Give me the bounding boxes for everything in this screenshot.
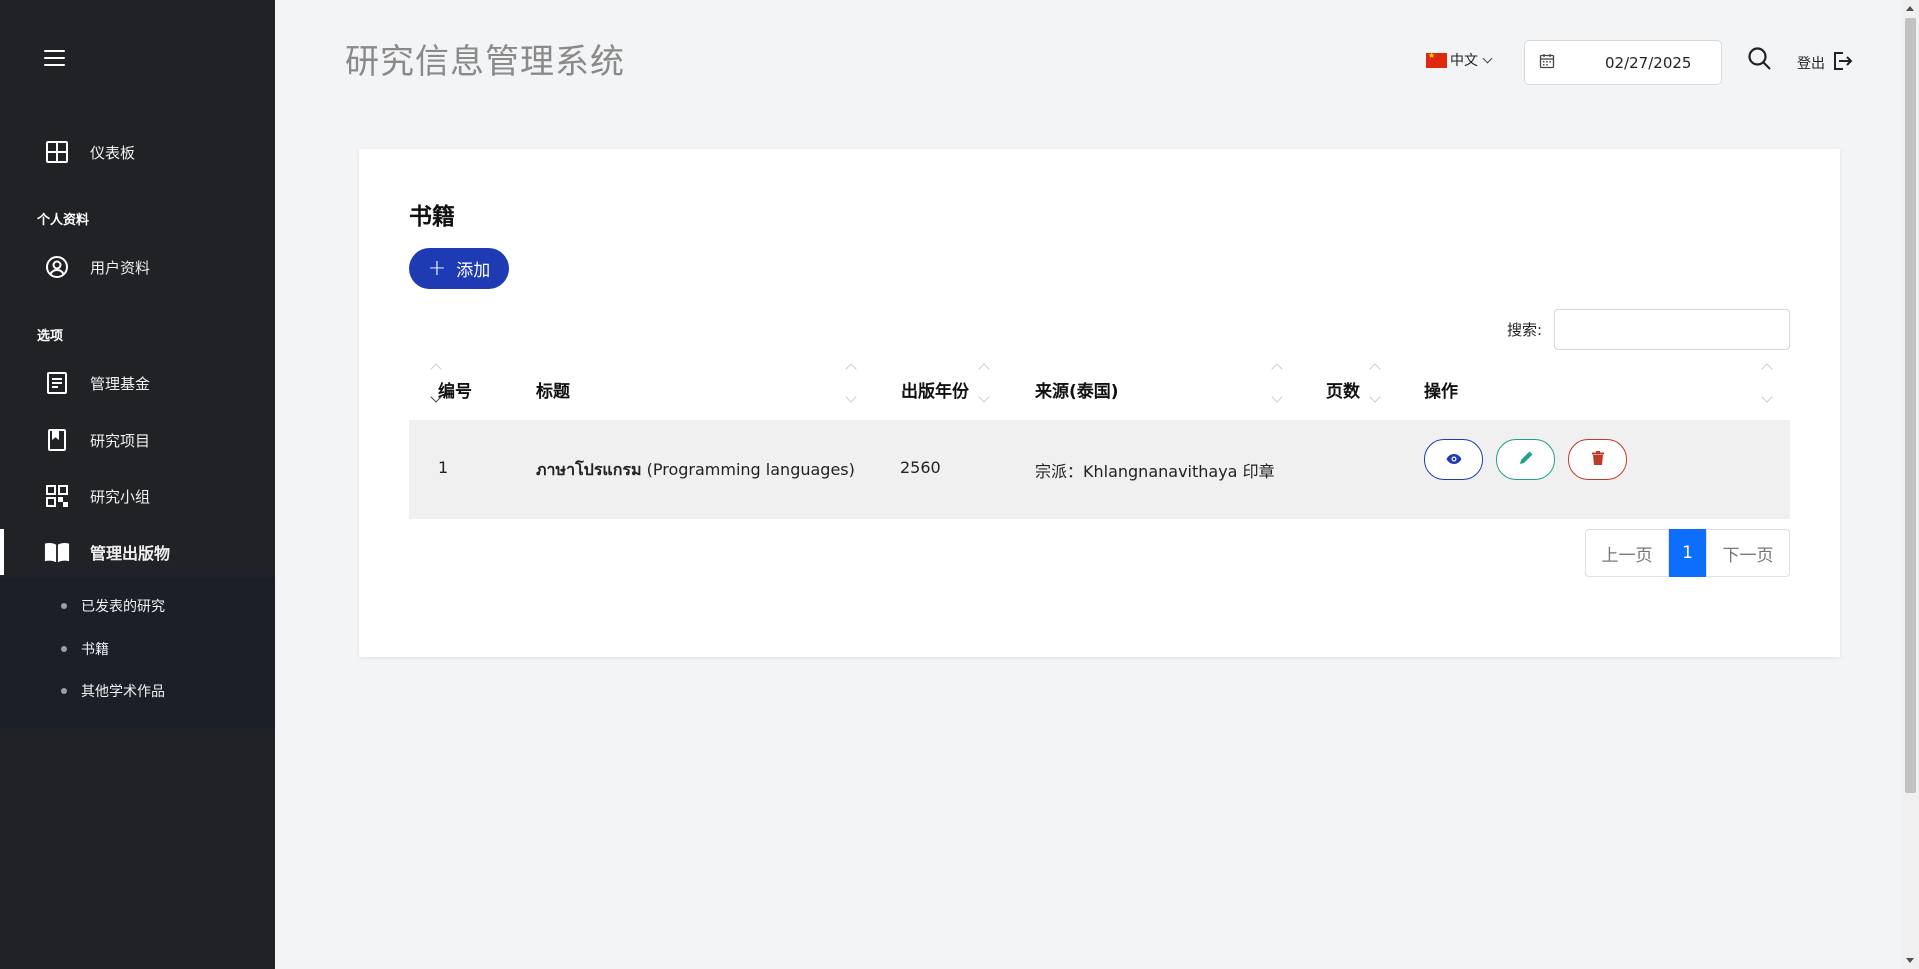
submenu-item-label: 已发表的研究 <box>81 599 165 615</box>
column-header-title[interactable]: 标题 <box>536 377 570 402</box>
search-input[interactable] <box>1554 309 1790 350</box>
section-label-options: 选项 <box>37 329 64 344</box>
scrollbar-thumb[interactable] <box>1905 18 1916 793</box>
submenu-item-books[interactable]: 书籍 <box>0 634 275 664</box>
sidebar-item-label: 研究项目 <box>90 431 151 450</box>
cell-year: 2560 <box>900 458 941 477</box>
qr-grid-icon <box>44 483 70 509</box>
sidebar-item-dashboard[interactable]: 仪表板 <box>0 127 275 177</box>
page-button-current[interactable]: 1 <box>1669 529 1706 577</box>
search-label: 搜索: <box>1507 321 1543 339</box>
sidebar-item-label: 研究小组 <box>90 487 151 506</box>
pencil-icon <box>1519 450 1533 469</box>
language-selector[interactable]: 中文 <box>1426 50 1493 70</box>
cell-title-thai: ภาษาโปรแกรม <box>536 460 642 479</box>
column-header-id[interactable]: 编号 <box>438 377 472 402</box>
sidebar-item-manage-publications[interactable]: 管理出版物 <box>0 527 275 577</box>
bullet-icon <box>61 603 67 609</box>
cell-title: ภาษาโปรแกรม (Programming languages) <box>536 458 855 483</box>
logout-icon <box>1831 50 1853 76</box>
scroll-up-arrow-icon[interactable] <box>1906 6 1914 11</box>
logout-button[interactable]: 登出 <box>1797 50 1853 76</box>
bullet-icon <box>61 688 67 694</box>
sidebar: 仪表板 个人资料 用户资料 选项 管理基金 研究项目 研究小组 管理出版物 已发… <box>0 0 275 969</box>
language-label: 中文 <box>1450 53 1478 69</box>
calendar-icon <box>1539 53 1555 73</box>
cell-title-en: (Programming languages) <box>641 460 855 479</box>
sidebar-item-research-projects[interactable]: 研究项目 <box>0 415 275 465</box>
user-circle-icon <box>44 254 70 280</box>
sidebar-item-research-groups[interactable]: 研究小组 <box>0 471 275 521</box>
delete-button[interactable] <box>1568 439 1627 480</box>
submenu-item-other-works[interactable]: 其他学术作品 <box>0 676 275 706</box>
add-label: 添加 <box>456 261 491 281</box>
china-flag-icon <box>1426 51 1447 68</box>
chevron-down-icon <box>1482 53 1493 63</box>
prev-page-button[interactable]: 上一页 <box>1585 529 1669 577</box>
card-title: 书籍 <box>409 204 455 230</box>
sidebar-item-label: 仪表板 <box>90 143 136 162</box>
plus-icon: + <box>427 255 447 281</box>
sort-indicator-icon <box>845 363 857 407</box>
sort-indicator-icon <box>978 363 990 407</box>
sort-indicator-icon <box>1369 363 1381 407</box>
page-title: 研究信息管理系统 <box>345 42 625 82</box>
cell-source: 宗派：Khlangnanavithaya 印章 <box>1035 462 1275 481</box>
section-label-profile: 个人资料 <box>37 213 90 228</box>
sidebar-item-label: 管理出版物 <box>90 544 171 563</box>
publications-submenu: 已发表的研究 书籍 其他学术作品 <box>0 578 275 728</box>
column-header-source[interactable]: 来源(泰国) <box>1035 377 1119 402</box>
eye-icon <box>1446 450 1462 469</box>
sidebar-item-label: 用户资料 <box>90 258 151 277</box>
sidebar-item-label: 管理基金 <box>90 374 151 393</box>
sort-indicator-icon <box>430 363 442 407</box>
submenu-item-label: 书籍 <box>81 642 109 658</box>
edit-button[interactable] <box>1496 439 1555 480</box>
search-icon[interactable] <box>1747 46 1773 72</box>
submenu-item-label: 其他学术作品 <box>81 684 165 700</box>
date-picker[interactable]: 02/27/2025 <box>1524 40 1722 85</box>
vertical-scrollbar[interactable] <box>1902 0 1919 969</box>
hamburger-menu-icon[interactable] <box>44 50 65 68</box>
document-list-icon <box>44 370 70 396</box>
open-book-icon <box>44 539 70 565</box>
add-button[interactable]: + 添加 <box>409 248 509 289</box>
scroll-down-arrow-icon[interactable] <box>1906 958 1914 963</box>
sidebar-item-user-profile[interactable]: 用户资料 <box>0 242 275 292</box>
bookmark-book-icon <box>44 427 70 453</box>
submenu-item-published-research[interactable]: 已发表的研究 <box>0 591 275 621</box>
column-header-actions[interactable]: 操作 <box>1424 377 1458 402</box>
grid-icon <box>44 139 70 165</box>
sort-indicator-icon <box>1761 363 1773 407</box>
column-header-pages[interactable]: 页数 <box>1326 377 1360 402</box>
sort-indicator-icon <box>1271 363 1283 407</box>
sidebar-item-manage-funds[interactable]: 管理基金 <box>0 358 275 408</box>
books-card: 书籍 + 添加 搜索: 编号 标题 出版年份 来源(泰国) 页数 操作 1 ภา… <box>359 149 1840 657</box>
date-value: 02/27/2025 <box>1605 53 1692 72</box>
view-button[interactable] <box>1424 439 1483 480</box>
bullet-icon <box>61 646 67 652</box>
logout-label: 登出 <box>1797 56 1825 72</box>
trash-icon <box>1591 450 1604 469</box>
cell-id: 1 <box>438 458 449 477</box>
column-header-year[interactable]: 出版年份 <box>901 377 969 402</box>
pagination: 上一页 1 下一页 <box>1585 529 1790 577</box>
next-page-button[interactable]: 下一页 <box>1706 529 1790 577</box>
